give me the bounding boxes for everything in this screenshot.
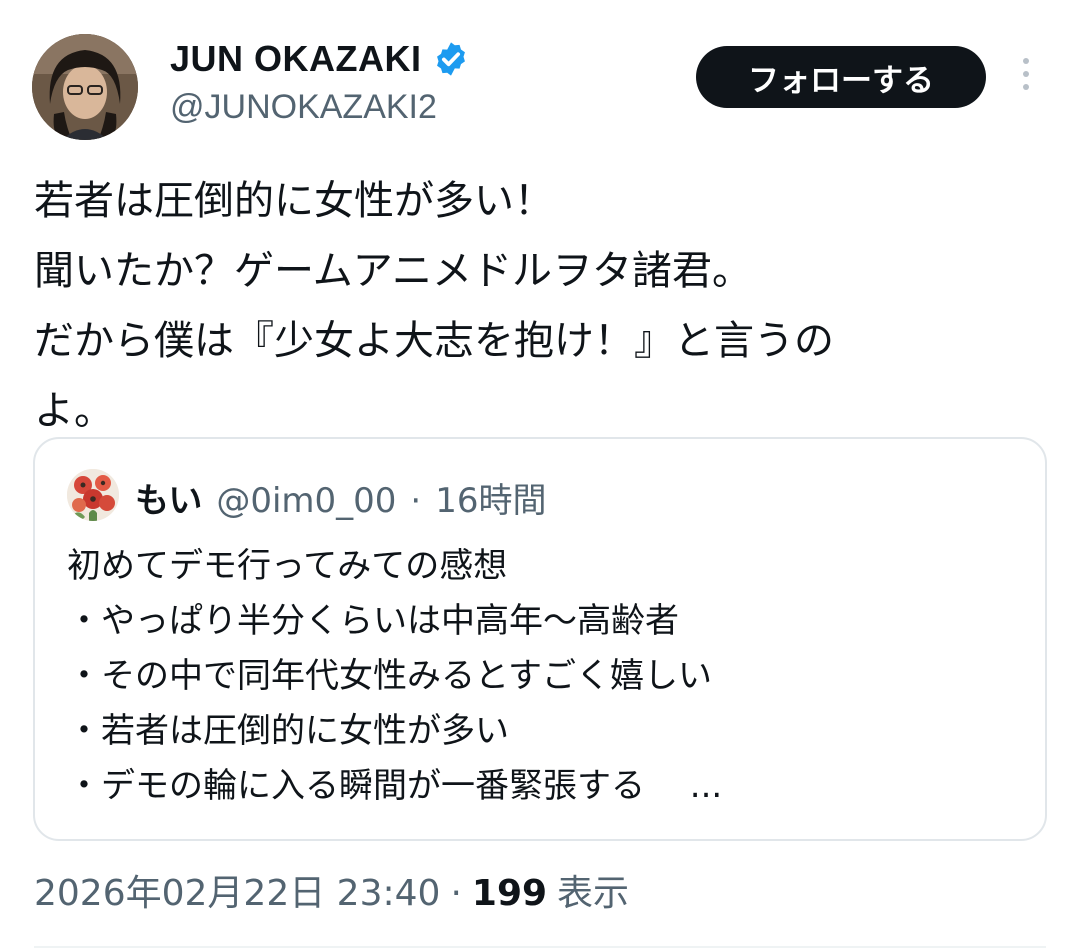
views-label: 表示	[557, 873, 630, 914]
tweet-meta: 2026年02月22日 23:40 · 199 表示	[34, 864, 629, 916]
quoted-author-name[interactable]: もい	[135, 473, 202, 522]
avatar-photo	[32, 34, 138, 140]
author-handle[interactable]: @JUNOKAZAKI2	[170, 88, 437, 127]
quoted-author-avatar	[67, 469, 119, 521]
author-avatar[interactable]	[32, 34, 138, 140]
author-name[interactable]: JUN OKAZAKI	[170, 38, 422, 80]
more-options-icon[interactable]	[1016, 58, 1036, 98]
separator-dot: ·	[410, 481, 422, 521]
tweet-text: 若者は圧倒的に女性が多い！ 聞いたか？ゲームアニメドルヲタ諸君。 だから僕は『少…	[34, 178, 834, 434]
follow-button[interactable]: フォローする	[696, 46, 986, 108]
separator-dot: ·	[450, 873, 462, 914]
divider	[34, 946, 1046, 948]
author-name-row[interactable]: JUN OKAZAKI	[170, 38, 470, 80]
quoted-tweet-text: 初めてデモ行ってみての感想 ・やっぱり半分くらいは中高年〜高齢者 ・その中で同年…	[67, 546, 723, 806]
quoted-tweet-card[interactable]: もい @0im0_00 · 16時間 初めてデモ行ってみての感想 ・やっぱり半分…	[33, 437, 1047, 841]
quoted-tweet-header: もい @0im0_00 · 16時間	[135, 473, 547, 522]
verified-badge-icon	[436, 42, 465, 76]
view-count: 199	[471, 873, 548, 914]
quoted-tweet-time[interactable]: 16時間	[435, 473, 546, 522]
tweet-timestamp[interactable]: 2026年02月22日 23:40	[34, 864, 440, 916]
quoted-author-handle[interactable]: @0im0_00	[216, 481, 396, 521]
flower-avatar-image	[67, 469, 119, 521]
